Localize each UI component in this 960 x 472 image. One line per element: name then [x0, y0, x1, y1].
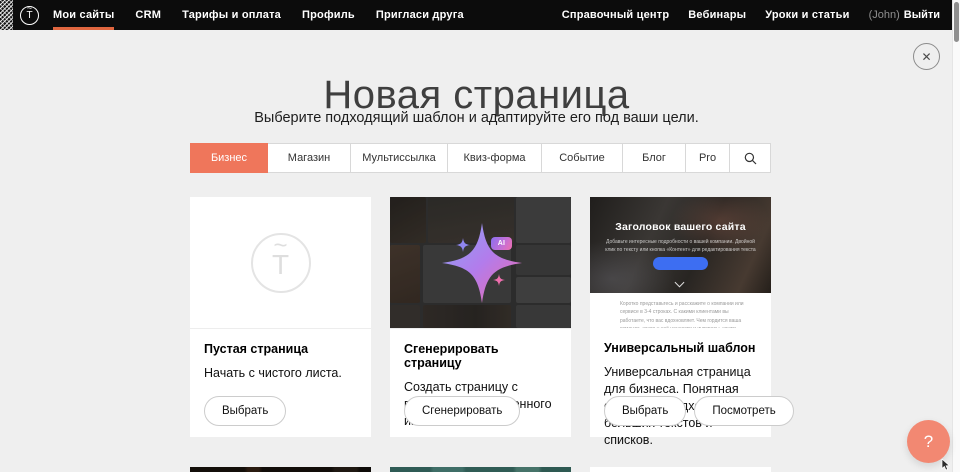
- scrollbar-thumb[interactable]: [954, 2, 959, 42]
- card-template-preview: Заголовок вашего сайта Добавьте интересн…: [590, 197, 771, 328]
- card-blank-page[interactable]: T Пустая страница Начать с чистого листа…: [190, 197, 371, 437]
- nav-tariffs[interactable]: Тарифы и оплата: [182, 0, 281, 30]
- card-blank-preview: T: [190, 197, 371, 329]
- nav-invite-friend[interactable]: Пригласи друга: [376, 0, 464, 30]
- help-button[interactable]: ?: [907, 420, 950, 463]
- tilda-logo[interactable]: T: [20, 6, 39, 25]
- nav-lessons[interactable]: Уроки и статьи: [765, 9, 849, 21]
- close-button[interactable]: ✕: [913, 43, 940, 70]
- mouse-cursor: [941, 459, 951, 471]
- search-tab[interactable]: [729, 143, 771, 173]
- card-partial[interactable]: [390, 467, 571, 472]
- template-cards-row: T Пустая страница Начать с чистого листа…: [190, 197, 771, 437]
- card-universal-template[interactable]: Заголовок вашего сайта Добавьте интересн…: [590, 197, 771, 437]
- nav-crm[interactable]: CRM: [135, 0, 161, 30]
- card-title: Универсальный шаблон: [604, 341, 757, 355]
- tilda-logo-letter: T: [21, 8, 38, 23]
- nav-help-center[interactable]: Справочный центр: [562, 9, 670, 21]
- nav-webinars[interactable]: Вебинары: [688, 9, 746, 21]
- scrollbar[interactable]: [952, 0, 960, 472]
- card-description: Начать с чистого листа.: [204, 365, 357, 382]
- secondary-nav: Справочный центр Вебинары Уроки и статьи…: [562, 0, 940, 30]
- view-template-button[interactable]: Посмотреть: [694, 396, 793, 426]
- choose-template-button[interactable]: Выбрать: [604, 396, 686, 426]
- ai-badge: AI: [491, 237, 512, 250]
- close-icon: ✕: [921, 50, 931, 64]
- tab-multilink[interactable]: Мультиссылка: [350, 143, 448, 173]
- template-hero-preview: Заголовок вашего сайта Добавьте интересн…: [590, 197, 771, 293]
- top-navigation-bar: T Мои сайты CRM Тарифы и оплата Профиль …: [0, 0, 953, 30]
- user-name: (John): [869, 9, 900, 21]
- card-partial[interactable]: [190, 467, 371, 472]
- template-category-tabs: Бизнес Магазин Мультиссылка Квиз-форма С…: [190, 143, 771, 173]
- card-partial[interactable]: [590, 467, 771, 472]
- tab-pro[interactable]: Pro: [685, 143, 730, 173]
- tab-business[interactable]: Бизнес: [190, 143, 268, 173]
- template-hero-button: [653, 257, 708, 270]
- ai-sparkle-icon: [442, 223, 522, 303]
- main-nav: Мои сайты CRM Тарифы и оплата Профиль Пр…: [53, 0, 464, 30]
- nav-profile[interactable]: Профиль: [302, 0, 355, 30]
- tab-blog[interactable]: Блог: [622, 143, 686, 173]
- page-subtitle: Выберите подходящий шаблон и адаптируйте…: [0, 110, 953, 126]
- user-chip: (John) Выйти: [869, 9, 940, 21]
- logout-link[interactable]: Выйти: [904, 9, 940, 21]
- search-icon: [744, 152, 757, 165]
- ai-sparkle-small-icon: [456, 238, 470, 252]
- chevron-down-icon: [676, 279, 684, 287]
- tab-event[interactable]: Событие: [541, 143, 623, 173]
- nav-my-sites[interactable]: Мои сайты: [53, 0, 114, 30]
- new-page-dialog-screen: T Мои сайты CRM Тарифы и оплата Профиль …: [0, 0, 960, 472]
- tilda-placeholder-logo-icon: T: [251, 233, 311, 293]
- tab-quiz-form[interactable]: Квиз-форма: [447, 143, 542, 173]
- card-title: Пустая страница: [204, 342, 357, 356]
- question-mark-icon: ?: [924, 432, 933, 452]
- generate-button[interactable]: Сгенерировать: [404, 396, 520, 426]
- template-body-text: Коротко представьтесь и расскажите о ком…: [590, 293, 771, 328]
- template-hero-heading: Заголовок вашего сайта: [590, 221, 771, 233]
- card-ai-preview: AI: [390, 197, 571, 329]
- ai-sparkle-small-icon: [493, 274, 505, 286]
- choose-blank-button[interactable]: Выбрать: [204, 396, 286, 426]
- card-generate-ai[interactable]: AI Сгенерировать страницу Создать страни…: [390, 197, 571, 437]
- decorative-edge-pattern: [0, 0, 13, 30]
- template-hero-subtext: Добавьте интересные подробности о вашей …: [605, 238, 756, 254]
- tab-shop[interactable]: Магазин: [267, 143, 351, 173]
- card-title: Сгенерировать страницу: [404, 342, 557, 370]
